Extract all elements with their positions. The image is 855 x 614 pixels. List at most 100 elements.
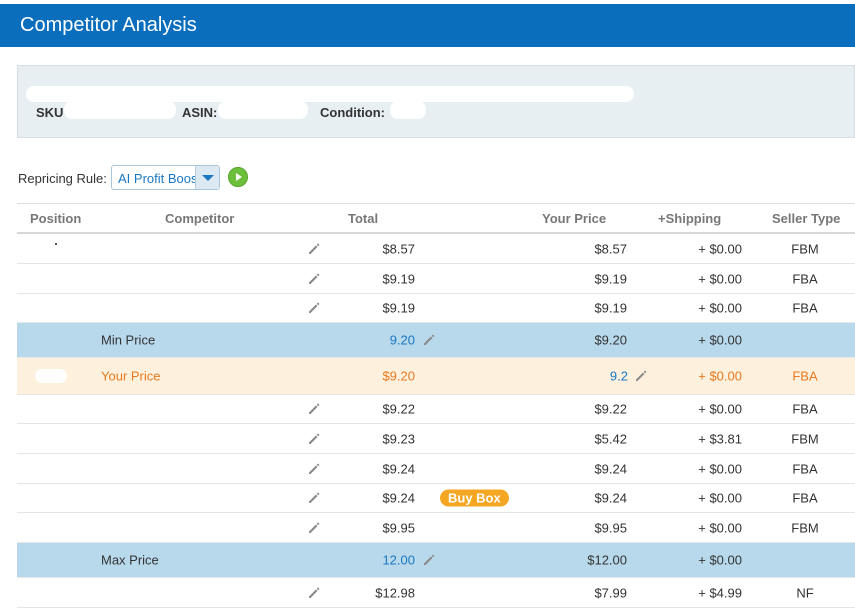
- asin-label: ASIN:: [182, 105, 218, 120]
- your-price-cell: $9.19: [594, 271, 627, 286]
- product-info-panel: SKU ASIN: Condition:: [17, 65, 855, 138]
- repricing-rule-row: Repricing Rule: AI Profit Boost: [18, 165, 418, 191]
- buy-box-badge: Buy Box: [440, 489, 509, 507]
- pencil-icon[interactable]: [307, 491, 321, 505]
- shipping-cell: + $4.99: [698, 585, 742, 600]
- table-row: $9.19 $9.19 + $0.00 FBA: [17, 264, 855, 294]
- pencil-icon[interactable]: [307, 402, 321, 416]
- shipping-cell: + $0.00: [698, 461, 742, 476]
- col-position: Position: [30, 211, 82, 226]
- seller-type-cell: FBM: [791, 520, 819, 535]
- total-cell: $9.24: [382, 490, 415, 506]
- condition-label: Condition:: [320, 105, 385, 120]
- your-price-cell: $5.42: [594, 431, 627, 446]
- your-price-cell: $9.24: [594, 490, 627, 506]
- shipping-cell: + $0.00: [698, 520, 742, 535]
- pencil-icon[interactable]: [422, 553, 436, 567]
- seller-type-cell: FBM: [791, 241, 819, 256]
- app-header: Competitor Analysis: [0, 4, 855, 47]
- pencil-icon[interactable]: [307, 521, 321, 535]
- total-cell: $9.19: [382, 271, 415, 286]
- total-cell[interactable]: 9.20: [390, 333, 415, 348]
- table-row: $12.98 $7.99 + $4.99 NF: [17, 578, 855, 608]
- repricing-rule-value: AI Profit Boost: [118, 171, 202, 186]
- your-price-cell: $9.95: [594, 520, 627, 535]
- col-shipping: +Shipping: [658, 211, 722, 226]
- table-row: $9.24 Buy Box $9.24 + $0.00 FBA: [17, 484, 855, 513]
- your-price-cell[interactable]: 9.2: [610, 369, 628, 384]
- seller-type-cell: FBA: [792, 461, 818, 476]
- total-cell: $9.22: [382, 401, 415, 417]
- col-seller-type: Seller Type: [772, 211, 841, 226]
- pencil-icon[interactable]: [634, 369, 648, 383]
- your-price-cell: $9.24: [594, 461, 627, 476]
- total-cell: $9.24: [382, 461, 415, 476]
- seller-type-cell: FBA: [792, 271, 818, 286]
- seller-type-cell: FBA: [792, 401, 818, 417]
- redacted-condition-value: [390, 101, 426, 119]
- redacted-position: [35, 369, 67, 383]
- total-cell[interactable]: 12.00: [382, 553, 415, 568]
- your-price-cell: $7.99: [594, 585, 627, 600]
- shipping-cell: + $0.00: [698, 271, 742, 286]
- total-cell: $8.57: [382, 241, 415, 256]
- max-price-row: Max Price 12.00 $12.00 + $0.00: [17, 543, 855, 578]
- col-competitor: Competitor: [165, 211, 235, 226]
- table-row: $8.57 $8.57 + $0.00 FBM: [17, 234, 855, 264]
- col-your-price: Your Price: [542, 211, 607, 226]
- pencil-icon[interactable]: [307, 301, 321, 315]
- your-price-cell: $9.19: [594, 300, 627, 316]
- shipping-cell: + $0.00: [698, 241, 742, 256]
- shipping-cell: + $0.00: [698, 300, 742, 316]
- pencil-icon[interactable]: [307, 432, 321, 446]
- shipping-cell: + $3.81: [698, 431, 742, 446]
- play-circle-icon[interactable]: [228, 167, 248, 187]
- shipping-cell: + $0.00: [698, 401, 742, 417]
- row-label: Your Price: [101, 368, 161, 384]
- row-label: Max Price: [101, 552, 159, 568]
- repricing-rule-label: Repricing Rule:: [18, 171, 107, 186]
- pencil-icon[interactable]: [307, 242, 321, 256]
- seller-type-cell: NF: [796, 585, 814, 600]
- pencil-icon[interactable]: [422, 333, 436, 347]
- your-price-cell: $9.20: [594, 332, 627, 348]
- sku-label: SKU: [36, 105, 64, 120]
- table-row: $9.22 $9.22 + $0.00 FBA: [17, 395, 855, 424]
- redacted-product-title: [26, 86, 634, 102]
- table-row: $9.24 $9.24 + $0.00 FBA: [17, 454, 855, 484]
- table-row: $9.19 $9.19 + $0.00 FBA: [17, 294, 855, 323]
- pencil-icon[interactable]: [307, 586, 321, 600]
- total-cell: $9.23: [382, 431, 415, 446]
- competitor-table: Position Competitor Total Your Price +Sh…: [17, 203, 855, 608]
- redacted-asin-value: [218, 101, 308, 119]
- total-cell: $9.95: [382, 520, 415, 535]
- table-row: $9.23 $5.42 + $3.81 FBM: [17, 424, 855, 454]
- shipping-cell: + $0.00: [698, 332, 742, 348]
- seller-type-cell: FBM: [791, 431, 819, 446]
- your-price-cell: $12.00: [587, 552, 627, 568]
- position-marker: [55, 243, 57, 245]
- pencil-icon[interactable]: [307, 462, 321, 476]
- shipping-cell: + $0.00: [698, 490, 742, 506]
- total-cell: $12.98: [375, 585, 415, 600]
- your-price-cell: $8.57: [594, 241, 627, 256]
- shipping-cell: + $0.00: [698, 552, 742, 568]
- col-total: Total: [348, 211, 379, 226]
- table-row: $9.95 $9.95 + $0.00 FBM: [17, 513, 855, 543]
- total-cell: $9.19: [382, 300, 415, 316]
- pencil-icon[interactable]: [307, 272, 321, 286]
- row-label: Min Price: [101, 332, 156, 348]
- shipping-cell: + $0.00: [698, 368, 742, 384]
- repricing-rule-select[interactable]: AI Profit Boost: [111, 165, 220, 190]
- your-price-row: Your Price $9.20 9.2 + $0.00 FBA: [17, 358, 855, 395]
- total-cell: $9.20: [382, 368, 415, 384]
- caret-down-icon[interactable]: [195, 166, 219, 189]
- seller-type-cell: FBA: [792, 368, 818, 384]
- page-title: Competitor Analysis: [20, 14, 197, 36]
- table-header: Position Competitor Total Your Price +Sh…: [17, 203, 855, 234]
- min-price-row: Min Price 9.20 $9.20 + $0.00: [17, 323, 855, 358]
- table-body: $8.57 $8.57 + $0.00 FBM $9.19 $9.19 + $0.00 FBA…: [17, 234, 855, 608]
- seller-type-cell: FBA: [792, 300, 818, 316]
- seller-type-cell: FBA: [792, 490, 818, 506]
- your-price-cell: $9.22: [594, 401, 627, 417]
